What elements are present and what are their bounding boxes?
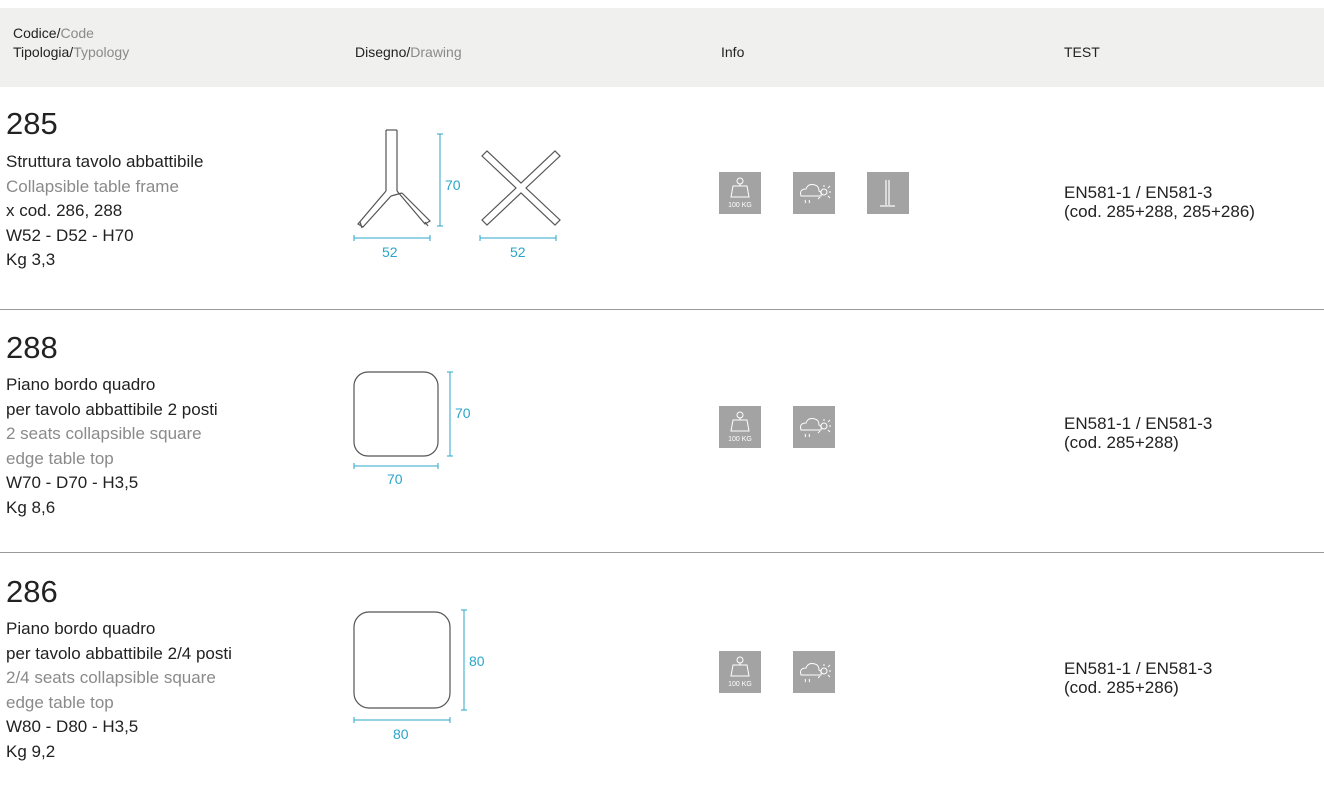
- weight-100kg-icon: 100 KG: [719, 406, 761, 448]
- tabletop-drawing: 80 80: [353, 609, 485, 742]
- frame-height-label: 70: [445, 177, 461, 193]
- product-weight: Kg 8,6: [6, 497, 56, 517]
- weight-100kg-icon: 100 KG: [719, 172, 761, 214]
- product-description: Struttura tavolo abbattibile Collapsible…: [6, 150, 204, 273]
- svg-text:100 KG: 100 KG: [728, 681, 752, 688]
- test-standards: EN581-1 / EN581-3 (cod. 285+286): [1064, 659, 1212, 697]
- test-standards: EN581-1 / EN581-3 (cod. 285+288): [1064, 414, 1212, 452]
- product-code: 286: [6, 574, 58, 609]
- test-standards: EN581-1 / EN581-3 (cod. 285+288, 285+286…: [1064, 183, 1255, 221]
- product-name-it: Struttura tavolo abbattibile: [6, 152, 204, 171]
- outdoor-weather-icon: [793, 172, 835, 214]
- product-description: Piano bordo quadro per tavolo abbattibil…: [6, 617, 232, 764]
- tabletop-drawing: 70 70: [353, 371, 471, 487]
- header-draw-en: Drawing: [410, 44, 462, 60]
- row-divider: [0, 552, 1324, 553]
- product-name-it: per tavolo abbattibile 2/4 posti: [6, 643, 232, 663]
- table-header: Codice/Code Tipologia/Typology Disegno/D…: [0, 8, 1324, 87]
- product-dims: W70 - D70 - H3,5: [6, 473, 139, 492]
- header-code: Codice/Code Tipologia/Typology: [13, 24, 129, 62]
- product-name-en: 2 seats collapsible square: [6, 424, 202, 443]
- weight-100kg-icon: 100 KG: [719, 651, 761, 693]
- frame-top-width-label: 52: [510, 244, 526, 260]
- product-name-en: edge table top: [6, 692, 114, 712]
- header-type-it: Tipologia/: [13, 44, 74, 60]
- product-name-en: 2/4 seats collapsible square: [6, 668, 216, 687]
- product-name-en: Collapsible table frame: [6, 176, 179, 196]
- product-code: 288: [6, 330, 58, 365]
- header-code-en: Code: [60, 25, 94, 41]
- row-divider: [0, 309, 1324, 310]
- product-weight: Kg 3,3: [6, 250, 56, 269]
- folding-frame-icon: [867, 172, 909, 214]
- product-weight: Kg 9,2: [6, 741, 56, 761]
- product-code: 285: [6, 106, 58, 141]
- product-name-it: Piano bordo quadro: [6, 375, 156, 394]
- product-name-it: Piano bordo quadro: [6, 619, 156, 638]
- product-dims: W80 - D80 - H3,5: [6, 717, 139, 736]
- outdoor-weather-icon: [793, 651, 835, 693]
- product-dims: W52 - D52 - H70: [6, 225, 134, 245]
- header-code-it: Codice/: [13, 25, 61, 41]
- tabletop-height-label: 70: [455, 405, 471, 421]
- test-standard: EN581-1 / EN581-3: [1064, 659, 1213, 678]
- frame-drawing: 70 52 52: [353, 129, 561, 260]
- outdoor-weather-icon: [793, 406, 835, 448]
- header-type-en: Typology: [73, 44, 130, 60]
- tabletop-height-label: 80: [469, 653, 485, 669]
- svg-text:100 KG: 100 KG: [728, 436, 752, 443]
- header-test: TEST: [1064, 44, 1100, 60]
- product-name-en: edge table top: [6, 448, 114, 468]
- header-info: Info: [721, 44, 745, 60]
- product-name-it: per tavolo abbattibile 2 posti: [6, 399, 218, 419]
- test-standard: EN581-1 / EN581-3: [1064, 414, 1213, 433]
- product-description: Piano bordo quadro per tavolo abbattibil…: [6, 373, 218, 520]
- header-draw-it: Disegno/: [355, 44, 411, 60]
- tabletop-width-label: 70: [387, 471, 403, 487]
- frame-width-label: 52: [382, 244, 398, 260]
- tabletop-width-label: 80: [393, 726, 409, 742]
- test-standard: EN581-1 / EN581-3: [1064, 183, 1213, 202]
- test-combination: (cod. 285+286): [1064, 678, 1179, 697]
- header-drawing: Disegno/Drawing: [355, 43, 462, 62]
- test-combination: (cod. 285+288, 285+286): [1064, 202, 1255, 221]
- product-compat: x cod. 286, 288: [6, 201, 123, 220]
- svg-text:100 KG: 100 KG: [728, 202, 752, 209]
- test-combination: (cod. 285+288): [1064, 433, 1179, 452]
